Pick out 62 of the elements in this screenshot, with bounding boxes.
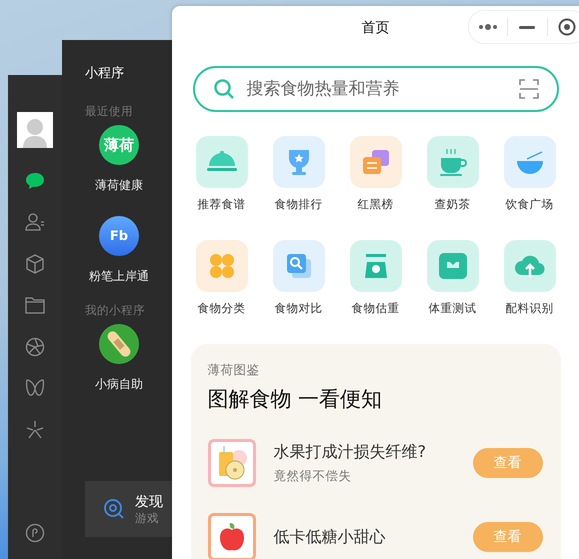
chat-icon [25,172,45,190]
shortcut-label: 饮食广场 [506,197,554,212]
shortcut-tile[interactable] [272,240,324,292]
article-subtitle: 竟然得不偿失 [274,468,352,484]
search-input[interactable]: 搜索食物热量和营养 [244,78,508,100]
shortcut-tile[interactable] [504,240,556,292]
app-logo[interactable]: 薄荷 [99,125,139,165]
shortcut-label: 食物估重 [352,301,400,316]
bandage-logo[interactable] [99,324,139,364]
section-heading: 最近使用 [85,104,134,119]
sparkle-icon [25,420,45,440]
view-button[interactable]: 查看 [472,522,542,552]
shortcut-label: 红黑榜 [358,197,394,212]
app-name: 粉笔上岸通 [89,268,149,285]
shortcut-tile[interactable] [504,136,556,188]
scan-icon[interactable] [518,79,538,99]
discover-subtitle: 游戏 [135,510,160,526]
cloud-upload-icon [514,253,546,279]
card-headline: 图解食物 一看便知 [208,386,384,413]
shortcut-label: 食物对比 [274,301,322,316]
box-icon [25,254,45,274]
shortcut-label: 食物排行 [274,197,322,212]
contacts-icon [24,212,46,232]
cards-icon [360,148,390,176]
window-title: 首页 [362,19,390,37]
article-title: 低卡低糖小甜心 [274,526,386,548]
shortcut-tile[interactable] [350,240,402,292]
shortcut-tile[interactable] [272,136,324,188]
more-icon [478,24,498,30]
card-label: 薄荷图鉴 [208,362,260,379]
section-heading: 我的小程序 [85,303,146,318]
folder-icon [25,296,45,314]
butterfly-icon [25,379,45,398]
app-name: 小病自助 [95,376,143,393]
target-icon [558,18,576,36]
shortcut-tile[interactable] [426,136,478,188]
minimize-icon [519,26,536,28]
shortcut-tile[interactable] [350,136,402,188]
shortcut-tile[interactable] [196,136,248,188]
view-button[interactable]: 查看 [472,448,542,478]
app-logo[interactable]: Fb [99,216,139,256]
shortcut-label: 查奶茶 [434,197,470,212]
person-silhouette-icon [22,116,48,148]
clover-icon [208,252,236,280]
panel-title: 小程序 [85,65,125,82]
shortcut-tile[interactable] [426,240,478,292]
shortcut-tile[interactable] [196,240,248,292]
article-title: 水果打成汁损失纤维? [274,442,427,462]
search-icon [212,78,234,100]
bowl-icon [514,149,544,175]
aperture-icon [25,336,45,357]
discover-title: 发现 [135,492,163,510]
discover-icon [103,498,125,520]
search-field[interactable]: 搜索食物热量和营养 [192,66,558,112]
discover-bar[interactable]: 发现 游戏 [85,481,174,537]
shortcut-label: 体重测试 [428,301,476,316]
shortcut-label: 推荐食谱 [198,197,246,212]
teacup-icon [438,147,468,177]
shortcut-label: 配料识别 [506,301,554,316]
app-name: 薄荷健康 [95,177,143,194]
shortcut-label: 食物分类 [198,301,246,316]
search-image-icon [284,252,312,280]
